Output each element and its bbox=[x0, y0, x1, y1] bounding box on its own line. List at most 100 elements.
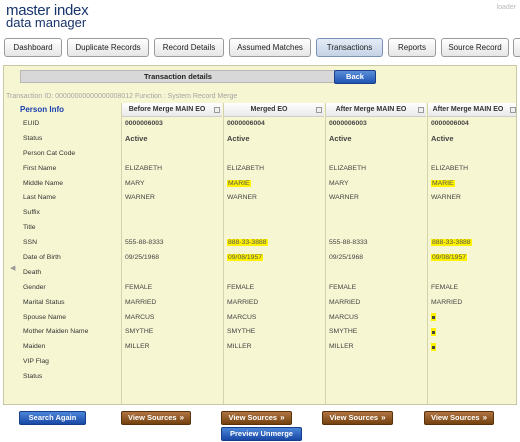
cell-death bbox=[326, 266, 426, 281]
cell-first-name: ELIZABETH bbox=[428, 162, 516, 177]
cell-death bbox=[122, 266, 222, 281]
column-header-label: Before Merge MAIN EO bbox=[128, 106, 206, 113]
cell-gender: FEMALE bbox=[122, 281, 222, 296]
cell-middle-name: MARY bbox=[326, 177, 426, 192]
person-info-header: Person Info bbox=[20, 105, 65, 114]
changed-marker-icon bbox=[431, 312, 436, 321]
cell-value: 09/08/1957 bbox=[431, 254, 468, 262]
cell-ssn: 888-33-3888 bbox=[428, 236, 516, 251]
cell-value: MILLER bbox=[329, 343, 354, 351]
cell-value: WARNER bbox=[431, 194, 461, 202]
cell-status bbox=[122, 370, 222, 385]
cell-value: FEMALE bbox=[329, 283, 357, 291]
back-button[interactable]: Back bbox=[334, 70, 376, 84]
column-after-merge-2: After Merge MAIN EO 0000006004 Active ELIZ… bbox=[427, 103, 516, 404]
field-label: Status bbox=[23, 134, 43, 142]
tab-dashboard[interactable]: Dashboard bbox=[4, 38, 62, 57]
field-label: Person Cat Code bbox=[23, 149, 76, 157]
cell-title bbox=[428, 221, 516, 236]
column-scroll-handle[interactable] bbox=[418, 107, 424, 113]
cell-marital-status: MARRIED bbox=[428, 296, 516, 311]
cell-vip-flag bbox=[428, 355, 516, 370]
view-sources-button[interactable]: View Sources» bbox=[221, 411, 292, 425]
column-scroll-handle[interactable] bbox=[214, 107, 220, 113]
field-label: Gender bbox=[23, 283, 46, 291]
view-sources-label: View Sources bbox=[430, 413, 480, 422]
tab-reports[interactable]: Reports bbox=[388, 38, 436, 57]
cell-vip-flag bbox=[224, 355, 324, 370]
transaction-details-header: Transaction details bbox=[20, 70, 336, 83]
field-label: Suffix bbox=[23, 209, 40, 217]
column-header-after-merge-2: After Merge MAIN EO bbox=[428, 103, 516, 117]
tab-transactions[interactable]: Transactions bbox=[316, 38, 383, 57]
tab-source-record[interactable]: Source Record bbox=[441, 38, 509, 57]
cell-maiden: MILLER bbox=[224, 340, 324, 355]
field-label: Date of Birth bbox=[23, 254, 61, 262]
tab-record-details[interactable]: Record Details bbox=[154, 38, 224, 57]
cell-middle-name: MARIE bbox=[428, 177, 516, 192]
cell-spouse-name bbox=[428, 311, 516, 326]
column-scroll-handle[interactable] bbox=[510, 107, 516, 113]
column-scroll-handle[interactable] bbox=[316, 107, 322, 113]
changed-marker-icon bbox=[431, 327, 436, 336]
cell-ssn: 888-33-3888 bbox=[224, 236, 324, 251]
column-before-merge: Before Merge MAIN EO 0000006003 Active ELI… bbox=[121, 103, 222, 404]
cell-ssn: 555-88-8333 bbox=[326, 236, 426, 251]
cell-suffix bbox=[428, 206, 516, 221]
cell-status bbox=[224, 370, 324, 385]
cell-maiden: MILLER bbox=[326, 340, 426, 355]
chevron-left-icon: ◀ bbox=[10, 265, 16, 272]
cell-last-name: WARNER bbox=[428, 191, 516, 206]
cell-last-name: WARNER bbox=[122, 191, 222, 206]
cell-euid: 0000006003 bbox=[326, 117, 426, 132]
column-header-label: After Merge MAIN EO bbox=[335, 106, 407, 113]
cell-gender: FEMALE bbox=[428, 281, 516, 296]
changed-marker-icon bbox=[431, 342, 436, 351]
left-scroll-handle[interactable]: ◀ bbox=[4, 166, 18, 404]
cell-title bbox=[122, 221, 222, 236]
cell-ssn: 555-88-8333 bbox=[122, 236, 222, 251]
field-label: Maiden bbox=[23, 343, 46, 351]
cell-value: 555-88-8333 bbox=[329, 239, 368, 247]
preview-unmerge-button[interactable]: Preview Unmerge bbox=[221, 427, 302, 441]
field-label: Marital Status bbox=[23, 298, 65, 306]
cell-title bbox=[224, 221, 324, 236]
cell-middle-name: MARIE bbox=[224, 177, 324, 192]
cell-value: MARRIED bbox=[125, 298, 157, 306]
double-chevron-right-icon: » bbox=[381, 413, 386, 422]
cell-value: MILLER bbox=[125, 343, 150, 351]
view-sources-button[interactable]: View Sources» bbox=[322, 411, 393, 425]
cell-date-of-birth: 09/08/1957 bbox=[428, 251, 516, 266]
field-label: SSN bbox=[23, 239, 37, 247]
cell-spouse-name: MARCUS bbox=[122, 311, 222, 326]
tab-overflow[interactable] bbox=[513, 38, 520, 57]
tab-assumed-matches[interactable]: Assumed Matches bbox=[229, 38, 311, 57]
tab-duplicate-records[interactable]: Duplicate Records bbox=[67, 38, 149, 57]
field-label: Mother Maiden Name bbox=[23, 328, 89, 336]
cell-value: 09/25/1968 bbox=[329, 254, 364, 262]
view-sources-button[interactable]: View Sources» bbox=[121, 411, 191, 425]
cell-status: Active bbox=[326, 132, 426, 147]
cell-mother-maiden-name: SMYTHE bbox=[326, 325, 426, 340]
cell-value: MARCUS bbox=[125, 313, 155, 321]
cell-status bbox=[428, 370, 516, 385]
search-again-button[interactable]: Search Again bbox=[19, 411, 86, 425]
cell-value: 0000006004 bbox=[227, 120, 265, 127]
cell-middle-name: MARY bbox=[122, 177, 222, 192]
cell-status: Active bbox=[224, 132, 324, 147]
cell-euid: 0000006003 bbox=[122, 117, 222, 132]
cell-value: WARNER bbox=[329, 194, 359, 202]
cell-value: 555-88-8333 bbox=[125, 239, 164, 247]
column-after-merge-1: After Merge MAIN EO 0000006003 Active ELIZ… bbox=[325, 103, 426, 404]
main-tabs: Dashboard Duplicate Records Record Detai… bbox=[0, 38, 520, 58]
cell-value: Active bbox=[125, 133, 148, 143]
cell-mother-maiden-name: SMYTHE bbox=[224, 325, 324, 340]
cell-value: MARCUS bbox=[227, 313, 257, 321]
cell-value: 888-33-3888 bbox=[431, 239, 472, 247]
cell-value: Active bbox=[227, 133, 250, 143]
field-label: First Name bbox=[23, 164, 57, 172]
cell-value: MARIE bbox=[227, 179, 251, 187]
cell-value: ELIZABETH bbox=[125, 164, 163, 172]
cell-value: 0000006003 bbox=[125, 120, 163, 127]
view-sources-button[interactable]: View Sources» bbox=[424, 411, 494, 425]
